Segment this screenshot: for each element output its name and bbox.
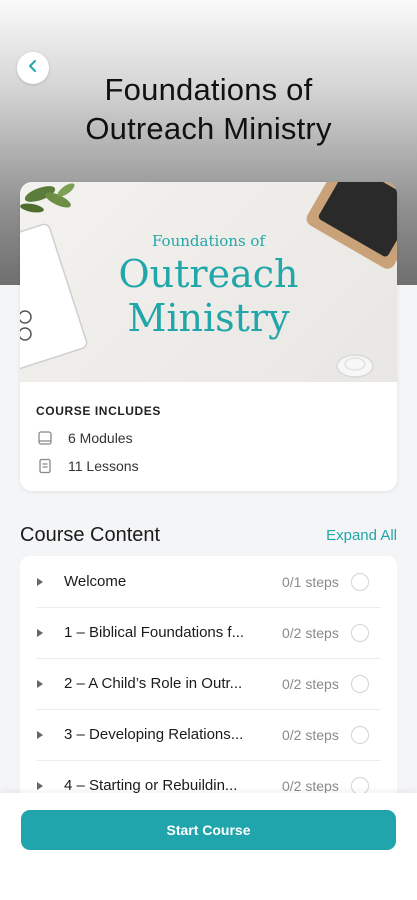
caret-right-icon [36, 730, 48, 739]
page-title-line2: Outreach Ministry [85, 111, 332, 146]
lesson-row-3[interactable]: 3 – Developing Relations... 0/2 steps [20, 709, 397, 760]
course-card: Foundations of Outreach Ministry COURSE … [20, 182, 397, 491]
lesson-steps: 0/2 steps [282, 624, 339, 641]
course-cover-image: Foundations of Outreach Ministry [20, 182, 397, 382]
lessons-count: 11 Lessons [68, 458, 139, 474]
lesson-steps: 0/1 steps [282, 573, 339, 590]
progress-circle-icon [350, 776, 369, 795]
includes-row-lessons: 11 Lessons [36, 458, 381, 474]
lesson-title: 1 – Biblical Foundations f... [64, 624, 245, 641]
course-content-title: Course Content [20, 523, 161, 546]
caret-right-icon [36, 679, 48, 688]
lesson-title: 2 – A Child’s Role in Outr... [64, 675, 243, 692]
document-icon [36, 457, 54, 475]
course-includes-title: COURSE INCLUDES [36, 404, 162, 418]
caret-right-icon [36, 781, 48, 790]
modules-count: 6 Modules [68, 430, 133, 446]
lesson-row-welcome[interactable]: Welcome 0/1 steps [20, 556, 397, 607]
glass-decoration [336, 354, 374, 378]
lesson-title: 4 – Starting or Rebuildin... [64, 777, 238, 794]
lesson-row-1[interactable]: 1 – Biblical Foundations f... 0/2 steps [20, 607, 397, 658]
includes-row-modules: 6 Modules [36, 430, 381, 446]
lesson-list: Welcome 0/1 steps 1 – Biblical Foundatio… [20, 556, 397, 806]
expand-all-button[interactable]: Expand All [326, 527, 397, 544]
course-includes: COURSE INCLUDES 6 Modules 11 Lessons [20, 382, 397, 474]
lesson-steps: 0/2 steps [282, 777, 339, 794]
lesson-row-2[interactable]: 2 – A Child’s Role in Outr... 0/2 steps [20, 658, 397, 709]
caret-right-icon [36, 628, 48, 637]
start-course-button[interactable]: Start Course [21, 810, 396, 850]
lesson-steps: 0/2 steps [282, 675, 339, 692]
lesson-title: Welcome [64, 573, 127, 590]
caret-right-icon [36, 577, 48, 586]
cover-title-line2: Ministry [127, 296, 290, 340]
page-title: Foundations of Outreach Ministry [40, 70, 377, 148]
progress-circle-icon [350, 674, 369, 693]
lesson-title: 3 – Developing Relations... [64, 726, 244, 743]
footer-bar: Start Course [0, 793, 417, 900]
progress-circle-icon [350, 725, 369, 744]
chevron-left-icon [26, 59, 40, 78]
cover-title: Outreach Ministry [20, 252, 397, 340]
module-icon [36, 429, 54, 447]
progress-circle-icon [350, 572, 369, 591]
lesson-steps: 0/2 steps [282, 726, 339, 743]
progress-circle-icon [350, 623, 369, 642]
course-content-header: Course Content Expand All [20, 521, 397, 549]
page-title-line1: Foundations of [104, 72, 313, 107]
cover-title-line1: Outreach [118, 252, 299, 296]
cover-subtitle: Foundations of [151, 232, 266, 250]
